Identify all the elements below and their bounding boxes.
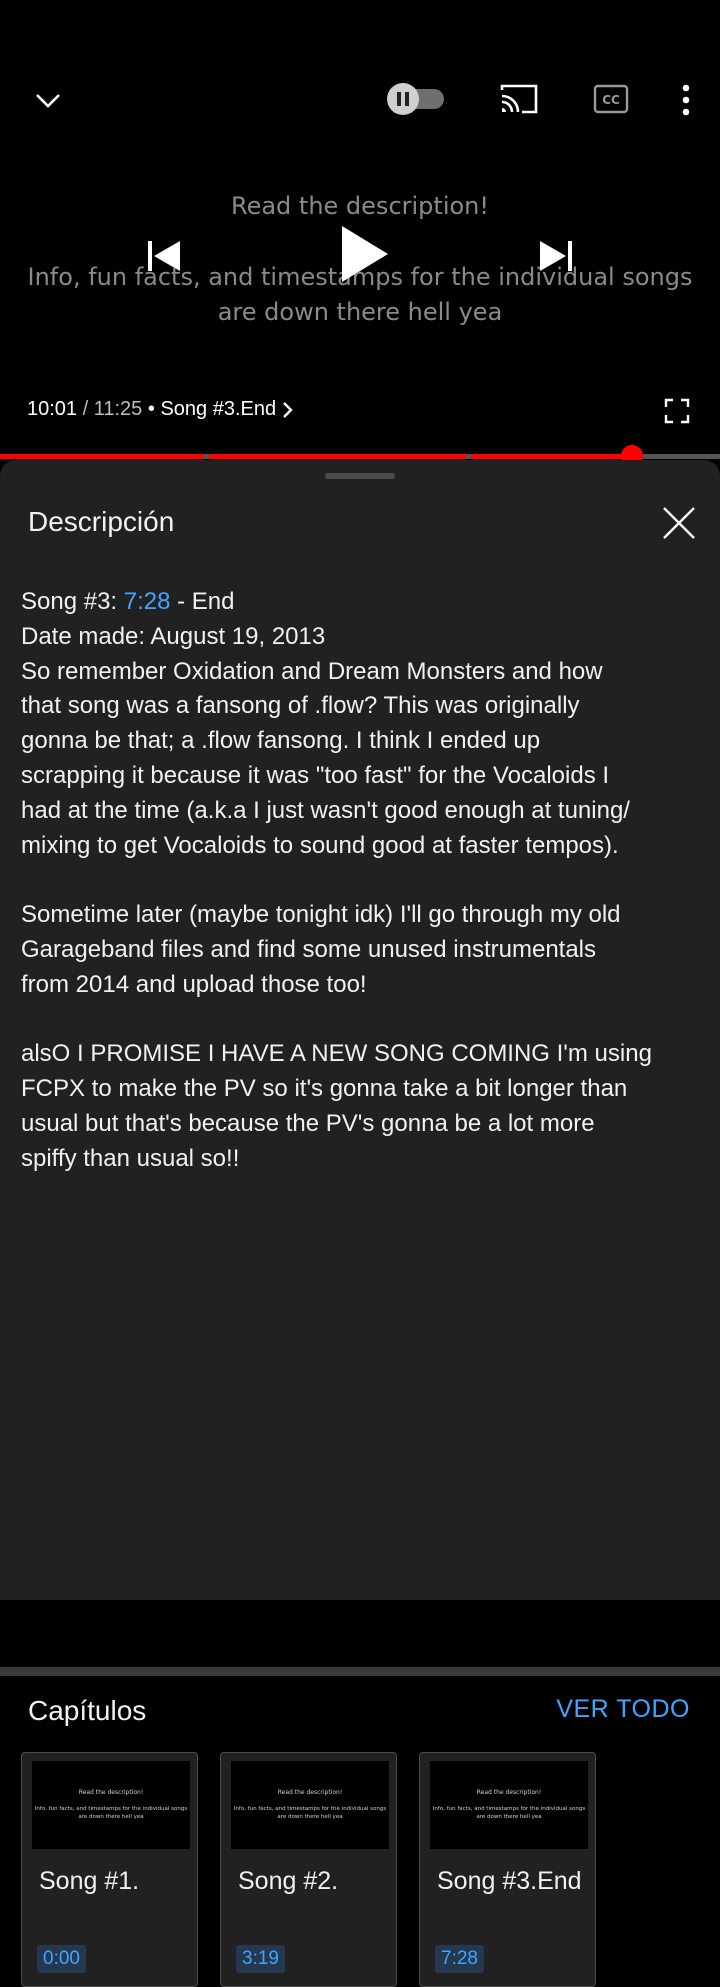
description-line: had at the time (a.k.a I just wasn't goo…	[21, 796, 630, 824]
chapter-thumbnail: Read the description! Info, fun facts, a…	[32, 1761, 190, 1849]
cast-button[interactable]	[498, 82, 540, 116]
pause-icon	[387, 83, 444, 115]
video-player[interactable]: CC Read the description! Info, fun facts…	[0, 0, 720, 467]
video-duration: 11:25	[93, 398, 143, 420]
chapter-timestamp: 3:19	[236, 1945, 285, 1973]
description-line: Garageband files and find some unused in…	[21, 935, 597, 963]
fullscreen-button[interactable]	[664, 398, 690, 424]
timestamp-link[interactable]: 7:28	[124, 588, 171, 615]
description-line: alsO I PROMISE I HAVE A NEW SONG COMING …	[21, 1040, 652, 1068]
next-button[interactable]	[536, 236, 576, 276]
chapters-heading: Capítulos	[28, 1695, 147, 1726]
chapter-bullet: •	[142, 398, 161, 420]
description-line: So remember Oxidation and Dream Monsters…	[21, 657, 603, 685]
description-line: mixing to get Vocaloids to sound good at…	[21, 831, 619, 859]
thumbnail-text: Read the description!	[476, 1789, 542, 1796]
chevron-right-icon	[283, 401, 293, 418]
chevron-down-icon	[36, 94, 60, 108]
section-divider	[0, 1667, 720, 1676]
captions-button[interactable]: CC	[592, 82, 630, 116]
autoplay-toggle[interactable]	[386, 82, 450, 116]
thumbnail-text: Info, fun facts, and timestamps for the …	[233, 1806, 387, 1820]
thumbnail-text: Read the description!	[78, 1789, 144, 1796]
progress-played-chapter-1	[0, 454, 205, 459]
more-vert-icon	[682, 84, 690, 116]
progress-played-chapter-2	[209, 454, 466, 459]
previous-button[interactable]	[144, 236, 184, 276]
chapters-list: Read the description! Info, fun facts, a…	[21, 1752, 596, 1987]
description-panel: Descripción Song #3: 7:28 - End Date mad…	[0, 460, 720, 1987]
description-line: scrapping it because it was "too fast" f…	[21, 761, 610, 789]
close-icon	[663, 507, 695, 539]
chapter-card-3[interactable]: Read the description! Info, fun facts, a…	[419, 1752, 596, 1987]
description-line: spiffy than usual so!!	[21, 1144, 240, 1172]
video-caption-line-1: Read the description!	[230, 192, 489, 220]
chapter-title: Song #2.	[238, 1867, 339, 1895]
current-chapter-link[interactable]: Song #3.End	[160, 398, 276, 421]
chapter-thumbnail: Read the description! Info, fun facts, a…	[430, 1761, 588, 1849]
chapter-timestamp: 0:00	[37, 1945, 86, 1973]
svg-text:CC: CC	[602, 93, 620, 107]
fullscreen-icon	[664, 398, 690, 424]
play-button[interactable]	[336, 222, 392, 286]
chapter-timestamp: 7:28	[435, 1945, 484, 1973]
more-options-button[interactable]	[674, 80, 698, 120]
description-line: FCPX to make the PV so it's gonna take a…	[21, 1075, 628, 1103]
video-caption-line-3: are down there hell yea	[217, 298, 503, 326]
song-prefix: Song #3:	[21, 588, 124, 615]
description-line: that song was a fansong of .flow? This w…	[21, 692, 580, 720]
skip-previous-icon	[148, 241, 180, 271]
minimize-button[interactable]	[28, 80, 68, 120]
time-display: 10:01 / 11:25 • Song #3.End	[27, 398, 296, 421]
time-separator: /	[77, 398, 94, 420]
description-text: Song #3: 7:28 - End Date made: August 19…	[21, 585, 711, 1177]
progress-bar[interactable]	[0, 445, 720, 467]
description-line: usual but that's because the PV's gonna …	[21, 1109, 595, 1137]
chapter-title: Song #3.End	[437, 1867, 582, 1895]
close-button[interactable]	[660, 504, 698, 542]
description-line: from 2014 and upload those too!	[21, 970, 367, 998]
description-line: gonna be that; a .flow fansong. I think …	[21, 727, 541, 755]
chapter-thumbnail: Read the description! Info, fun facts, a…	[231, 1761, 389, 1849]
cast-icon	[500, 84, 538, 114]
chapter-card-1[interactable]: Read the description! Info, fun facts, a…	[21, 1752, 198, 1987]
panel-title: Descripción	[28, 506, 175, 537]
thumbnail-text: Read the description!	[277, 1789, 343, 1796]
drag-handle[interactable]	[325, 473, 395, 479]
closed-captions-icon: CC	[593, 84, 629, 114]
play-icon	[342, 226, 388, 282]
song-suffix: - End	[170, 588, 235, 615]
thumbnail-text: Info, fun facts, and timestamps for the …	[34, 1806, 188, 1820]
description-line: Sometime later (maybe tonight idk) I'll …	[21, 901, 621, 929]
current-time: 10:01	[27, 398, 78, 420]
progress-played-chapter-3	[470, 454, 632, 459]
chapter-title: Song #1.	[39, 1867, 140, 1895]
description-line: Song #3: 7:28 - End	[21, 585, 711, 620]
see-all-chapters-button[interactable]: VER TODO	[556, 1695, 690, 1724]
thumbnail-text: Info, fun facts, and timestamps for the …	[432, 1806, 586, 1820]
description-line: Date made: August 19, 2013	[21, 622, 326, 650]
skip-next-icon	[540, 241, 572, 271]
chapter-card-2[interactable]: Read the description! Info, fun facts, a…	[220, 1752, 397, 1987]
